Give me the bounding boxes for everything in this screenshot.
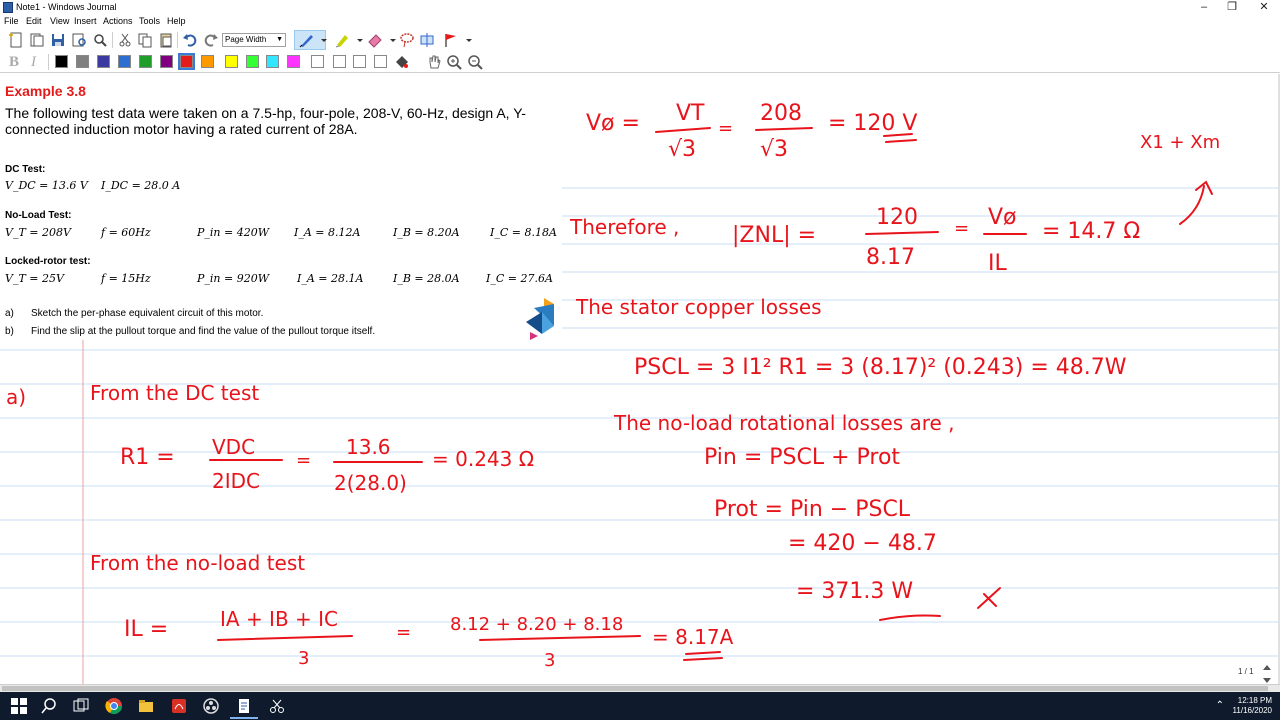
horizontal-scrollbar[interactable]	[0, 684, 1280, 692]
color-swatch[interactable]	[353, 55, 366, 68]
print-preview-button[interactable]	[71, 32, 87, 48]
eraser-dropdown[interactable]	[385, 32, 396, 48]
locked-rotor-value: I_A = 28.1A	[297, 272, 364, 285]
locked-rotor-value: I_C = 27.6A	[486, 272, 553, 285]
obs-icon[interactable]	[202, 697, 220, 715]
example-title: Example 3.8	[5, 83, 86, 99]
clock[interactable]: 12:18 PM 11/16/2020	[1233, 696, 1272, 716]
menu-file[interactable]: File	[4, 16, 19, 26]
logo	[526, 298, 554, 340]
problem-statement: The following test data were taken on a …	[5, 105, 526, 137]
start-windows-icon[interactable]	[10, 697, 28, 715]
windows-journal-taskbar-icon[interactable]	[235, 697, 253, 715]
find-icon[interactable]	[92, 32, 108, 48]
task-view-icon[interactable]	[72, 697, 90, 715]
chrome-icon[interactable]	[105, 697, 123, 715]
cut-icon[interactable]	[117, 32, 133, 48]
color-swatch[interactable]	[97, 55, 110, 68]
color-swatch[interactable]	[139, 55, 152, 68]
locked-rotor-value: P_in = 920W	[197, 272, 270, 285]
new-note-button[interactable]	[8, 32, 24, 48]
color-swatch[interactable]	[76, 55, 89, 68]
color-swatch[interactable]	[178, 53, 195, 70]
no-load-value: P_in = 420W	[197, 226, 270, 239]
italic-icon[interactable]: I	[31, 54, 47, 70]
flag-icon[interactable]	[443, 32, 459, 48]
lasso-select-icon[interactable]	[399, 32, 415, 48]
more-colors-icon[interactable]	[394, 54, 410, 70]
menu-actions[interactable]: Actions	[103, 16, 133, 26]
paste-icon[interactable]	[158, 32, 174, 48]
redo-icon[interactable]	[203, 32, 219, 48]
highlighter-dropdown[interactable]	[352, 32, 363, 48]
scroll-thumb[interactable]	[2, 686, 1268, 691]
insert-space-icon[interactable]	[419, 32, 435, 48]
save-icon[interactable]	[50, 32, 66, 48]
title-bar: Note1 - Windows Journal – ❐ ✕	[0, 0, 1280, 15]
zoom-out-icon[interactable]	[467, 54, 483, 70]
color-swatch[interactable]	[225, 55, 238, 68]
window-title: Note1 - Windows Journal	[16, 2, 117, 12]
bold-icon[interactable]: B	[9, 54, 25, 70]
menu-edit[interactable]: Edit	[26, 16, 42, 26]
pan-hand-icon[interactable]	[426, 54, 442, 70]
locked-rotor-value: I_B = 28.0A	[393, 272, 460, 285]
menu-insert[interactable]: Insert	[74, 16, 97, 26]
no-load-value: I_B = 8.20A	[393, 226, 460, 239]
color-swatch[interactable]	[55, 55, 68, 68]
color-swatch[interactable]	[374, 55, 387, 68]
system-tray-up-icon[interactable]: ⌃	[1216, 700, 1224, 711]
locked-rotor-value: V_T = 25V	[5, 272, 64, 285]
locked-rotor-heading: Locked-rotor test:	[5, 256, 91, 267]
dc-test-idc: I_DC = 28.0 A	[101, 179, 181, 192]
eraser-icon[interactable]	[367, 32, 383, 48]
journal-page[interactable]: Example 3.8 The following test data were…	[0, 74, 1278, 684]
highlighter-icon[interactable]	[334, 32, 350, 48]
snipping-tool-icon[interactable]	[268, 697, 286, 715]
color-swatch[interactable]	[246, 55, 259, 68]
page-scroll-arrows[interactable]	[1262, 662, 1272, 686]
copy-icon[interactable]	[137, 32, 153, 48]
dc-test-heading: DC Test:	[5, 164, 46, 175]
close-button[interactable]: ✕	[1248, 0, 1280, 15]
undo-icon[interactable]	[182, 32, 198, 48]
color-swatch[interactable]	[266, 55, 279, 68]
zoom-select[interactable]: Page Width ▼	[222, 33, 286, 47]
color-swatch[interactable]	[311, 55, 324, 68]
standard-toolbar: Page Width ▼	[0, 29, 1280, 51]
taskbar: ⌃ 12:18 PM 11/16/2020	[0, 692, 1280, 720]
menu-view[interactable]: View	[50, 16, 69, 26]
no-load-value: V_T = 208V	[5, 226, 71, 239]
pen-icon[interactable]	[299, 32, 315, 48]
ruled-lines	[0, 187, 1278, 684]
active-app-indicator	[230, 717, 258, 719]
locked-rotor-value: f = 15Hz	[101, 272, 151, 285]
flag-dropdown[interactable]	[461, 32, 472, 48]
menu-help[interactable]: Help	[167, 16, 186, 26]
color-swatch[interactable]	[118, 55, 131, 68]
maximize-button[interactable]: ❐	[1216, 0, 1248, 15]
search-icon[interactable]	[40, 697, 58, 715]
menu-tools[interactable]: Tools	[139, 16, 160, 26]
no-load-value: I_C = 8.18A	[490, 226, 557, 239]
question-a: a) Sketch the per-phase equivalent circui…	[5, 308, 264, 319]
pen-dropdown[interactable]	[316, 32, 327, 48]
color-swatch[interactable]	[201, 55, 214, 68]
color-swatch[interactable]	[287, 55, 300, 68]
pdf-reader-icon[interactable]	[170, 697, 188, 715]
no-load-value: f = 60Hz	[101, 226, 151, 239]
color-swatch[interactable]	[160, 55, 173, 68]
page-indicator: 1 / 1	[1238, 667, 1254, 676]
open-note-button[interactable]	[29, 32, 45, 48]
dc-test-vdc: V_DC = 13.6 V	[5, 179, 88, 192]
color-swatch[interactable]	[333, 55, 346, 68]
file-explorer-icon[interactable]	[137, 697, 155, 715]
windows-journal-icon	[3, 2, 13, 13]
menu-bar: File Edit View Insert Actions Tools Help	[0, 15, 1280, 29]
no-load-test-heading: No-Load Test:	[5, 210, 72, 221]
question-b: b) Find the slip at the pullout torque an…	[5, 326, 376, 337]
no-load-value: I_A = 8.12A	[294, 226, 361, 239]
zoom-in-icon[interactable]	[446, 54, 462, 70]
